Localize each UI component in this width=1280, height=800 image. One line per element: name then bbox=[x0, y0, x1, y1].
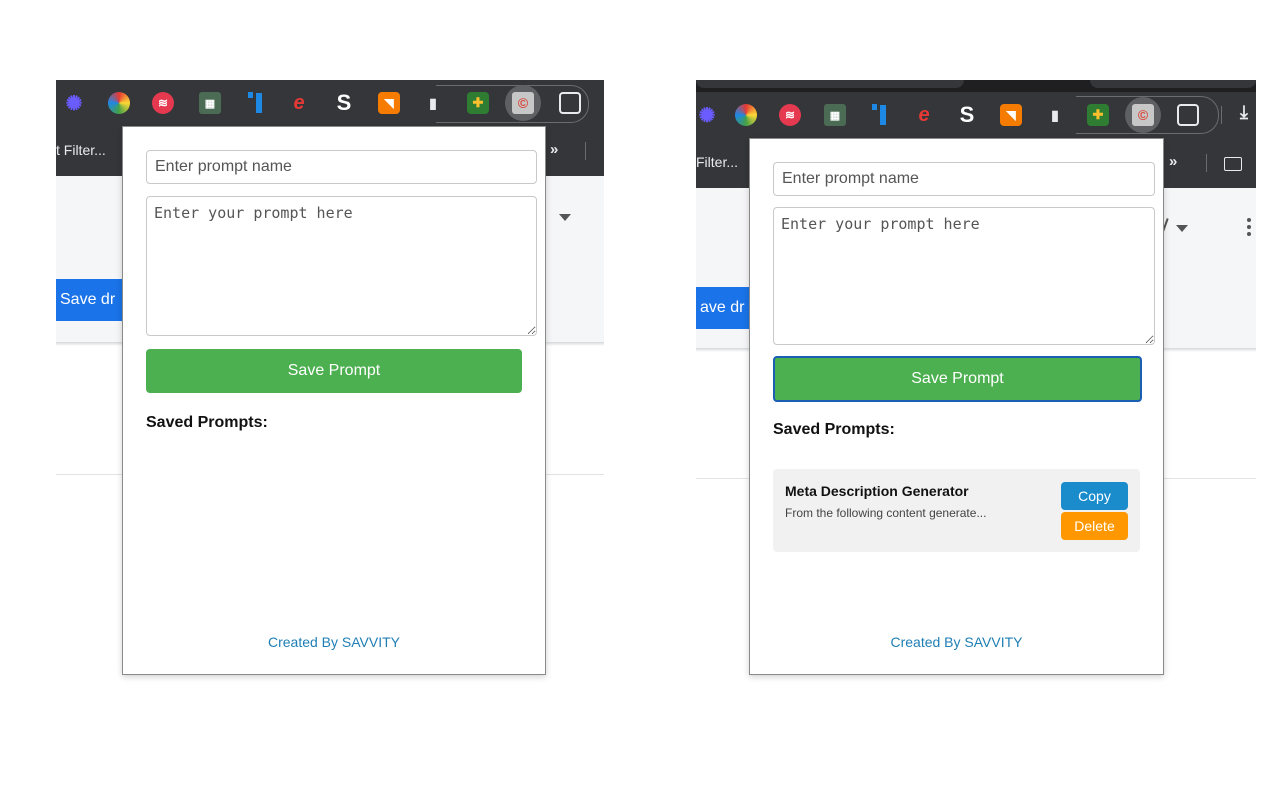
prompt-textarea[interactable] bbox=[146, 196, 537, 336]
tab-strip bbox=[696, 80, 1256, 92]
folder-icon[interactable] bbox=[1224, 157, 1242, 171]
sparkle-extension-icon[interactable]: ✺ bbox=[696, 104, 718, 127]
prompt-name-input[interactable] bbox=[146, 150, 537, 184]
document-extension-icon[interactable]: ▮ bbox=[1044, 104, 1066, 126]
saved-prompts-heading: Saved Prompts: bbox=[146, 414, 268, 431]
calendar-extension-icon[interactable]: ▦ bbox=[824, 104, 846, 126]
page-save-draft-button[interactable]: ave dr bbox=[696, 287, 753, 329]
download-icon[interactable]: ⤓ bbox=[1240, 102, 1248, 123]
extensions-puzzle-icon[interactable] bbox=[559, 92, 581, 114]
extension-popup: Save Prompt Saved Prompts: Created By SA… bbox=[122, 126, 546, 675]
blue-bars-extension-icon[interactable] bbox=[868, 104, 890, 126]
bookmarks-overflow-icon[interactable]: » bbox=[1169, 153, 1177, 170]
stack-extension-icon[interactable]: ≋ bbox=[152, 92, 174, 114]
red-e-extension-icon[interactable]: e bbox=[913, 104, 935, 126]
dropdown-caret-icon[interactable] bbox=[1176, 225, 1188, 232]
sparkle-extension-icon[interactable]: ✺ bbox=[63, 92, 85, 115]
bookmark-separator bbox=[585, 142, 586, 160]
save-prompt-button[interactable]: Save Prompt bbox=[773, 356, 1142, 402]
more-options-icon[interactable] bbox=[1247, 218, 1251, 222]
extension-popup: Save Prompt Saved Prompts: Meta Descript… bbox=[749, 138, 1164, 675]
tab[interactable] bbox=[1090, 80, 1256, 88]
page-save-draft-button[interactable]: Save dr bbox=[56, 279, 126, 321]
document-extension-icon[interactable]: ▮ bbox=[422, 92, 444, 114]
puzzle-green-extension-icon[interactable]: ✚ bbox=[1087, 104, 1109, 126]
bookmark-separator bbox=[1206, 154, 1207, 172]
toolbar-separator bbox=[1221, 106, 1222, 124]
delete-button[interactable]: Delete bbox=[1061, 512, 1128, 540]
rss-extension-icon[interactable]: ◥ bbox=[1000, 104, 1022, 126]
calendar-extension-icon[interactable]: ▦ bbox=[199, 92, 221, 114]
colorwheel-extension-icon[interactable] bbox=[735, 104, 757, 126]
extensions-puzzle-icon[interactable] bbox=[1177, 104, 1199, 126]
copy-button[interactable]: Copy bbox=[1061, 482, 1128, 510]
created-by-link[interactable]: Created By SAVVITY bbox=[750, 634, 1163, 650]
tab[interactable] bbox=[696, 80, 964, 88]
savvity-extension-icon[interactable]: © bbox=[512, 92, 534, 114]
blue-bars-extension-icon[interactable] bbox=[244, 92, 266, 114]
stack-extension-icon[interactable]: ≋ bbox=[779, 104, 801, 126]
save-prompt-button[interactable]: Save Prompt bbox=[146, 349, 522, 393]
bookmark-item[interactable]: t Filter... bbox=[56, 142, 106, 158]
saved-prompt-card: Meta Description Generator From the foll… bbox=[773, 469, 1140, 552]
s-extension-icon[interactable]: S bbox=[956, 102, 978, 127]
saved-prompts-heading: Saved Prompts: bbox=[773, 421, 895, 438]
puzzle-green-extension-icon[interactable]: ✚ bbox=[467, 92, 489, 114]
browser-toolbar: ✺ ≋ ▦ e S ◥ ▮ ✚ © ⤓ bbox=[696, 92, 1256, 138]
red-e-extension-icon[interactable]: e bbox=[288, 92, 310, 114]
bookmark-item[interactable]: Filter... bbox=[696, 154, 738, 170]
bookmarks-overflow-icon[interactable]: » bbox=[550, 141, 558, 158]
savvity-extension-icon[interactable]: © bbox=[1132, 104, 1154, 126]
prompt-name-input[interactable] bbox=[773, 162, 1155, 196]
dropdown-caret-icon[interactable] bbox=[559, 214, 571, 221]
prompt-title: Meta Description Generator bbox=[785, 483, 969, 499]
s-extension-icon[interactable]: S bbox=[333, 90, 355, 115]
browser-toolbar: ✺ ≋ ▦ e S ◥ ▮ ✚ © bbox=[56, 80, 604, 126]
colorwheel-extension-icon[interactable] bbox=[108, 92, 130, 114]
rss-extension-icon[interactable]: ◥ bbox=[378, 92, 400, 114]
prompt-preview: From the following content generate... bbox=[785, 506, 987, 520]
prompt-textarea[interactable] bbox=[773, 207, 1155, 345]
created-by-link[interactable]: Created By SAVVITY bbox=[123, 634, 545, 650]
